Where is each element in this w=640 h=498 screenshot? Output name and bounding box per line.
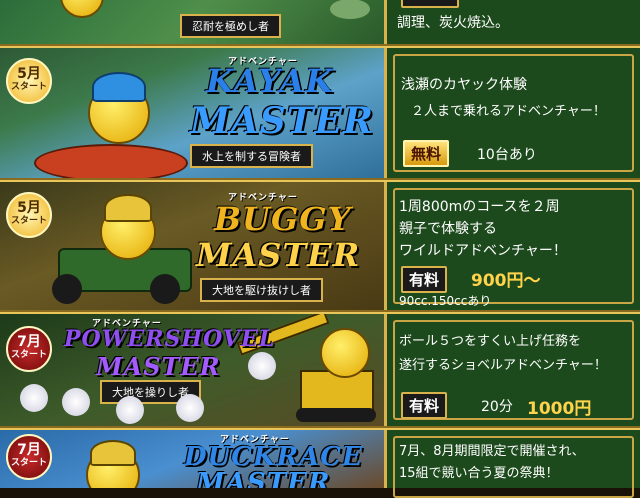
banner-kayak: 5月 スタート アドベンチャー KAYAK MASTER 水上を制する冒険者 xyxy=(0,48,384,178)
soccer-ball-icon xyxy=(116,396,144,424)
crawler-track-icon xyxy=(296,408,376,422)
helmet-icon xyxy=(90,440,136,466)
banner-buggy: 5月 スタート アドベンチャー BUGGY MASTER 大地を駆け抜けし者 xyxy=(0,182,384,310)
banner-subtitle: 大地を駆け抜けし者 xyxy=(200,278,323,302)
activity-row-powershovel: 7月 スタート アドベンチャー POWERSHOVEL MASTER 大地を操りし… xyxy=(0,312,640,428)
free-badge: 無料 xyxy=(403,140,450,167)
info-line-2: 親子で体験する xyxy=(399,221,497,237)
duck-mascot-icon xyxy=(60,0,104,18)
banner-title-line2: MASTER xyxy=(196,236,361,274)
banner-title-line1: POWERSHOVEL xyxy=(64,326,276,352)
info-panel-duckrace: 7月、8月期間限定で開催され、 15組で競い合う夏の祭典！ xyxy=(384,430,640,498)
info-panel-0: 調理、炭火焼込。 xyxy=(384,0,640,44)
activity-row-0: 忍耐を極めし者 調理、炭火焼込。 xyxy=(0,0,640,46)
info-line-1: 浅瀬のカヤック体験 xyxy=(401,77,527,93)
info-line-1: ボール５つをすくい上げ任務を xyxy=(399,334,582,349)
soccer-ball-icon xyxy=(248,352,276,380)
banner-duckrace: 7月 スタート アドベンチャー DUCKRACE MASTER xyxy=(0,430,384,488)
price-badge xyxy=(401,0,459,8)
banner-subtitle: 忍耐を極めし者 xyxy=(180,14,281,38)
price-text: 1000円 xyxy=(527,399,592,419)
soccer-ball-icon xyxy=(62,388,90,416)
info-panel-powershovel: ボール５つをすくい上げ任務を 遂行するショベルアドベンチャー！ 有料 20分 1… xyxy=(384,314,640,426)
start-month-badge: 5月 スタート xyxy=(6,192,52,238)
banner-title-line1: KAYAK xyxy=(206,62,335,100)
info-panel-kayak: 浅瀬のカヤック体験 ２人まで乗れるアドベンチャー！ 無料 10台あり xyxy=(384,48,640,178)
info-line-2: 15組で競い合う夏の祭典！ xyxy=(399,466,559,481)
banner-title-line2: MASTER xyxy=(96,352,221,381)
paid-badge: 有料 xyxy=(401,266,448,293)
info-line-2: ２人まで乗れるアドベンチャー！ xyxy=(411,104,606,119)
start-month-badge: 7月 スタート xyxy=(6,434,52,480)
wheel-icon xyxy=(52,274,82,304)
activity-row-buggy: 5月 スタート アドベンチャー BUGGY MASTER 大地を駆け抜けし者 1周… xyxy=(0,180,640,312)
banner-subtitle: 水上を制する冒険者 xyxy=(190,144,313,168)
paid-badge: 有料 xyxy=(401,392,448,419)
fish-icon xyxy=(330,0,370,19)
displacement-note: 90cc.150ccあり xyxy=(399,294,492,308)
info-line-2: 遂行するショベルアドベンチャー！ xyxy=(399,358,607,373)
quantity-note: 10台あり xyxy=(477,147,537,163)
info-line-1: 調理、炭火焼込。 xyxy=(397,15,509,31)
duck-mascot-icon xyxy=(320,328,370,378)
helmet-icon xyxy=(92,72,146,102)
kayak-boat-icon xyxy=(34,144,188,178)
info-line-3: ワイルドアドベンチャー！ xyxy=(399,243,567,259)
start-month-badge: 5月 スタート xyxy=(6,58,52,104)
wheel-icon xyxy=(150,274,180,304)
activity-row-kayak: 5月 スタート アドベンチャー KAYAK MASTER 水上を制する冒険者 浅瀬… xyxy=(0,46,640,180)
activity-row-duckrace: 7月 スタート アドベンチャー DUCKRACE MASTER 7月、8月期間限定… xyxy=(0,428,640,498)
banner-title-line2: MASTER xyxy=(196,468,331,488)
helmet-icon xyxy=(104,194,152,222)
price-text: 900円〜 xyxy=(471,271,541,291)
duration-note: 20分 xyxy=(481,399,513,415)
soccer-ball-icon xyxy=(20,384,48,412)
info-line-1: 7月、8月期間限定で開催され、 xyxy=(399,444,585,459)
banner-0: 忍耐を極めし者 xyxy=(0,0,384,44)
banner-powershovel: 7月 スタート アドベンチャー POWERSHOVEL MASTER 大地を操りし… xyxy=(0,314,384,426)
banner-title-line1: BUGGY xyxy=(214,200,352,238)
banner-title-line2: MASTER xyxy=(190,100,374,142)
soccer-ball-icon xyxy=(176,394,204,422)
info-panel-buggy: 1周800mのコースを２周 親子で体験する ワイルドアドベンチャー！ 有料 90… xyxy=(384,182,640,310)
info-line-1: 1周800mのコースを２周 xyxy=(399,199,560,215)
start-month-badge: 7月 スタート xyxy=(6,326,52,372)
